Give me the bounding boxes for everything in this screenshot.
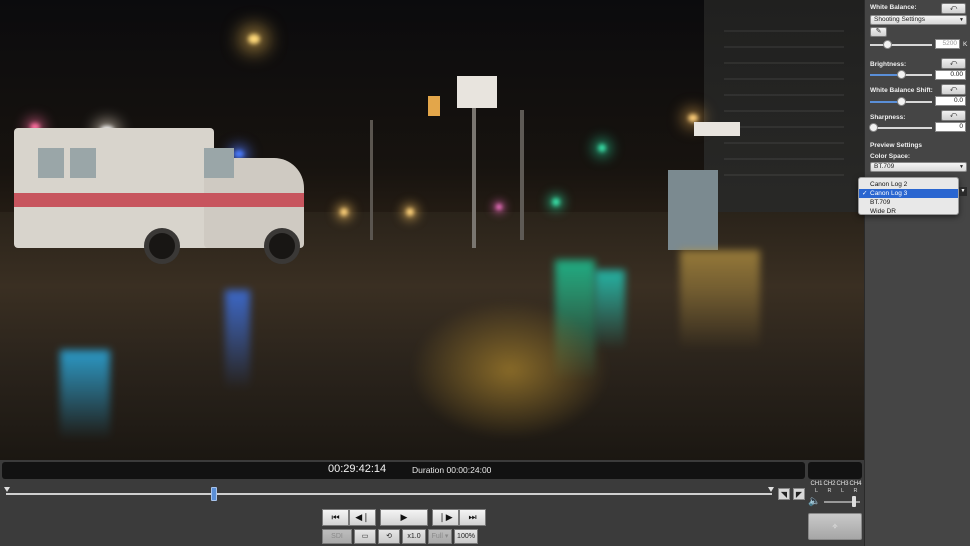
- kelvin-input[interactable]: 5200: [935, 39, 960, 49]
- next-frame-icon[interactable]: ❘▶: [432, 509, 459, 526]
- sharpness-slider-knob[interactable]: [869, 123, 878, 132]
- zoom-level[interactable]: 100%: [454, 529, 478, 544]
- channel-side: L: [814, 488, 819, 494]
- white-balance-mode-value: Shooting Settings: [874, 16, 925, 23]
- channel-4[interactable]: CH4 R: [849, 481, 862, 495]
- playback-speed-select[interactable]: x1.0 ▾: [402, 529, 426, 544]
- wb-shift-slider[interactable]: [870, 97, 932, 106]
- reset-sharpness-button[interactable]: ⤺: [941, 110, 966, 121]
- kelvin-slider[interactable]: [870, 40, 932, 49]
- kelvin-slider-knob[interactable]: [883, 40, 892, 49]
- wb-shift-slider-knob[interactable]: [897, 97, 906, 106]
- color-space-option-label: Canon Log 2: [870, 181, 908, 188]
- color-space-option-label: Wide DR: [870, 208, 897, 215]
- timeline-scrubber[interactable]: [4, 487, 774, 501]
- loop-icon[interactable]: ⟲: [378, 529, 400, 544]
- color-space-dropdown-menu: Canon Log 2 ✓ Canon Log 3 BT.709 Wide DR: [858, 177, 959, 215]
- audio-meter-header: [808, 462, 862, 479]
- speaker-icon[interactable]: 🔈: [808, 496, 820, 507]
- channel-side: R: [853, 488, 858, 494]
- color-space-option[interactable]: ✓ Canon Log 3: [859, 189, 958, 198]
- safe-area-icon[interactable]: ▭: [354, 529, 376, 544]
- brightness-label: Brightness:: [870, 61, 907, 68]
- timecode-bar: 00:29:42:14 Duration 00:00:24:00: [2, 462, 805, 479]
- play-icon[interactable]: ▶: [380, 509, 428, 526]
- reset-white-balance-button[interactable]: ⤺: [941, 3, 966, 14]
- image-settings-panel: White Balance: ⤺ Shooting Settings ▼ ✎ 52…: [864, 0, 970, 546]
- sharpness-input[interactable]: 0: [935, 122, 966, 132]
- color-space-value: BT.709: [874, 163, 895, 170]
- playhead-handle[interactable]: [210, 487, 217, 501]
- white-balance-mode-select[interactable]: Shooting Settings ▼: [870, 15, 967, 25]
- navigator-preview[interactable]: ✧: [808, 513, 862, 540]
- transport-controls: ⏮ ◀❘ ▶ ❘▶ ⏭: [322, 509, 486, 526]
- out-point-marker[interactable]: [768, 487, 774, 492]
- previous-frame-icon[interactable]: ◀❘: [349, 509, 376, 526]
- color-space-option-label: BT.709: [870, 199, 891, 206]
- timeline-track[interactable]: [6, 493, 772, 495]
- wb-shift-input[interactable]: 0.0: [935, 96, 966, 106]
- playback-options-row: SDI OUT ▭ ⟲ x1.0 ▾ Full ▾ 100%: [322, 529, 478, 544]
- color-space-select[interactable]: BT.709 ▼: [870, 162, 967, 172]
- sdi-out-button[interactable]: SDI OUT: [322, 529, 352, 544]
- duration-readout: Duration 00:00:24:00: [412, 465, 492, 475]
- eyedropper-icon[interactable]: ✎: [870, 27, 887, 37]
- white-balance-label: White Balance:: [870, 4, 917, 11]
- channel-label: CH1: [810, 481, 823, 487]
- channel-label: CH3: [836, 481, 849, 487]
- checkmark-icon: ✓: [862, 190, 868, 197]
- video-frame-image: [0, 0, 864, 460]
- brightness-slider[interactable]: [870, 70, 932, 79]
- cinema-raw-player-window: 00:29:42:14 Duration 00:00:24:00 ◥ ◤ ⏮ ◀…: [0, 0, 970, 546]
- fit-mode-select[interactable]: Full ▾: [428, 529, 452, 544]
- sharpness-label: Sharpness:: [870, 114, 906, 121]
- sharpness-slider[interactable]: [869, 123, 932, 132]
- video-viewer[interactable]: [0, 0, 864, 460]
- channel-side: L: [840, 488, 845, 494]
- channel-label: CH2: [823, 481, 836, 487]
- preview-settings-heading: Preview Settings: [870, 142, 923, 149]
- wb-shift-label: White Balance Shift:: [870, 87, 933, 94]
- current-timecode: 00:29:42:14: [328, 463, 387, 475]
- ambulance-vehicle: [14, 118, 304, 264]
- brightness-slider-knob[interactable]: [897, 70, 906, 79]
- channel-2[interactable]: CH2 R: [823, 481, 836, 495]
- channel-label: CH4: [849, 481, 862, 487]
- mark-in-button[interactable]: ◥: [778, 488, 790, 500]
- brightness-input[interactable]: 0.00: [935, 70, 966, 80]
- channel-side: R: [827, 488, 832, 494]
- skip-to-start-icon[interactable]: ⏮: [322, 509, 349, 526]
- reset-wb-shift-button[interactable]: ⤺: [941, 84, 966, 95]
- channel-1[interactable]: CH1 L: [810, 481, 823, 495]
- color-space-option[interactable]: Wide DR: [859, 207, 958, 216]
- in-point-marker[interactable]: [4, 487, 10, 492]
- color-space-option[interactable]: Canon Log 2: [859, 180, 958, 189]
- color-space-label: Color Space:: [870, 153, 911, 160]
- dropdown-arrow-icon[interactable]: ▼: [959, 187, 967, 196]
- color-space-option[interactable]: BT.709: [859, 198, 958, 207]
- color-space-option-label: Canon Log 3: [870, 190, 908, 197]
- reset-brightness-button[interactable]: ⤺: [941, 58, 966, 69]
- kelvin-unit: K: [963, 41, 968, 48]
- channel-3[interactable]: CH3 L: [836, 481, 849, 495]
- mark-out-button[interactable]: ◤: [793, 488, 805, 500]
- volume-knob[interactable]: [852, 496, 856, 507]
- skip-to-end-icon[interactable]: ⏭: [459, 509, 486, 526]
